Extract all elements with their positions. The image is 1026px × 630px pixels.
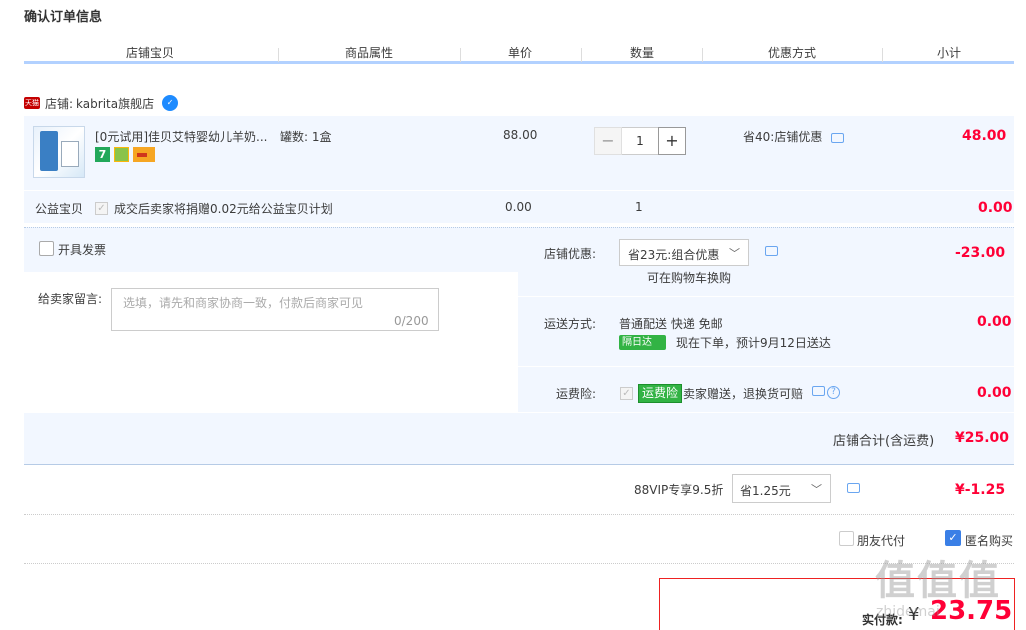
- chevron-down-icon: ﹀: [729, 247, 740, 260]
- quantity-increase-button[interactable]: +: [658, 127, 686, 155]
- friend-pay-label[interactable]: 朋友代付: [857, 532, 905, 549]
- item-discount: 省40:店铺优惠: [743, 128, 845, 145]
- quantity-input[interactable]: 1: [622, 127, 658, 155]
- charity-checkbox[interactable]: ✓: [95, 202, 108, 215]
- watermark-logo: 值值值: [875, 558, 1001, 604]
- seven-day-return-icon: 7: [95, 147, 110, 162]
- insurance-checkbox[interactable]: ✓: [620, 387, 633, 400]
- tmall-icon: 天猫: [24, 97, 40, 109]
- insurance-amount: 0.00: [977, 385, 1012, 401]
- column-header-attribute: 商品属性: [345, 46, 394, 60]
- product-image-can: [40, 131, 58, 171]
- charity-label: 公益宝贝: [35, 202, 84, 216]
- column-header-discount: 优惠方式: [768, 46, 817, 60]
- item-discount-text: 省40:店铺优惠: [743, 130, 823, 144]
- shop-promo-hint: 可在购物车换购: [647, 271, 732, 285]
- column-header-row: 店铺宝贝 商品属性 单价 数量 优惠方式 小计: [24, 44, 1014, 64]
- insurance-icons: ?: [812, 386, 840, 399]
- message-icon[interactable]: [765, 246, 778, 256]
- guarantee-icon: [114, 147, 129, 162]
- divider: [518, 366, 1014, 367]
- divider: [24, 563, 1014, 564]
- page-title: 确认订单信息: [24, 10, 103, 25]
- next-day-badge: 隔日达: [619, 335, 666, 350]
- divider: [24, 412, 1014, 413]
- shop-name-link[interactable]: kabrita旗舰店: [76, 95, 154, 112]
- shipping-label: 运送方式:: [544, 317, 597, 331]
- message-icon[interactable]: [812, 386, 825, 396]
- vip-discount-amount: ¥-1.25: [955, 482, 1006, 498]
- invoice-label[interactable]: 开具发票: [58, 241, 106, 258]
- unit-price: 88.00: [503, 128, 538, 142]
- shipping-method: 普通配送 快递 免邮: [619, 317, 723, 331]
- column-header-shop-item: 店铺宝贝: [126, 46, 175, 60]
- shop-total-amount: ¥25.00: [955, 430, 1010, 446]
- column-divider: [882, 48, 883, 62]
- divider: [24, 514, 1014, 515]
- watermark-url: zhidemai: [876, 604, 940, 620]
- charity-text: 成交后卖家将捐赠0.02元给公益宝贝计划: [114, 202, 333, 216]
- vip-discount-selected: 省1.25元: [740, 484, 791, 498]
- item-subtotal: 48.00: [962, 128, 1007, 144]
- shop-row: 天猫 店铺: kabrita旗舰店 ✓: [24, 94, 179, 112]
- quantity-stepper: − 1 +: [594, 127, 686, 155]
- anonymous-checkbox[interactable]: ✓: [945, 530, 961, 546]
- insurance-text: 卖家赠送，退换货可赔: [683, 387, 804, 401]
- shipping-eta: 现在下单，预计9月12日送达: [676, 336, 831, 350]
- memo-placeholder: 选填，请先和商家协商一致，付款后商家可见: [123, 296, 364, 310]
- column-divider: [581, 48, 582, 62]
- product-attribute: 罐数: 1盒: [280, 130, 332, 144]
- shop-total-label: 店铺合计(含运费): [833, 434, 935, 449]
- anonymous-label[interactable]: 匿名购买: [965, 532, 1013, 549]
- friend-pay-checkbox[interactable]: [839, 531, 854, 546]
- quantity-decrease-button[interactable]: −: [594, 127, 622, 155]
- charity-subtotal: 0.00: [978, 200, 1013, 216]
- message-icon[interactable]: [847, 483, 860, 493]
- chat-icon[interactable]: ✓: [162, 95, 179, 111]
- help-icon[interactable]: ?: [827, 386, 840, 399]
- insurance-badge: 运费险: [638, 384, 683, 403]
- vip-discount-select[interactable]: 省1.25元 ﹀: [732, 474, 831, 503]
- charity-price: 0.00: [505, 200, 532, 214]
- item-divider: [24, 190, 1014, 191]
- charity-quantity: 1: [635, 200, 643, 214]
- column-header-subtotal: 小计: [937, 46, 962, 60]
- message-icon[interactable]: [831, 133, 845, 143]
- divider: [518, 296, 1014, 297]
- column-divider: [702, 48, 703, 62]
- column-header-unit-price: 单价: [508, 46, 533, 60]
- shop-promo-label: 店铺优惠:: [544, 247, 597, 261]
- product-title-link[interactable]: [0元试用]佳贝艾特婴幼儿羊奶...: [95, 128, 267, 145]
- shipping-amount: 0.00: [977, 314, 1012, 330]
- vip-discount-label: 88VIP专享9.5折: [634, 483, 724, 497]
- column-header-quantity: 数量: [630, 46, 655, 60]
- column-divider: [460, 48, 461, 62]
- column-divider: [278, 48, 279, 62]
- insurance-label: 运费险:: [556, 387, 597, 401]
- memo-label: 给卖家留言:: [38, 292, 103, 306]
- shop-promo-select[interactable]: 省23元:组合优惠 ﹀: [619, 239, 749, 266]
- shop-promo-selected: 省23元:组合优惠: [628, 248, 720, 262]
- shop-label: 店铺:: [45, 96, 74, 111]
- product-image-box: [61, 141, 79, 167]
- service-badges: 7: [95, 147, 155, 162]
- memo-char-count: 0/200: [394, 314, 429, 328]
- shop-promo-amount: -23.00: [955, 245, 1006, 261]
- credit-card-icon: [133, 147, 155, 162]
- product-thumbnail[interactable]: [33, 126, 85, 178]
- chevron-down-icon: ﹀: [811, 483, 822, 496]
- invoice-checkbox[interactable]: [39, 241, 54, 256]
